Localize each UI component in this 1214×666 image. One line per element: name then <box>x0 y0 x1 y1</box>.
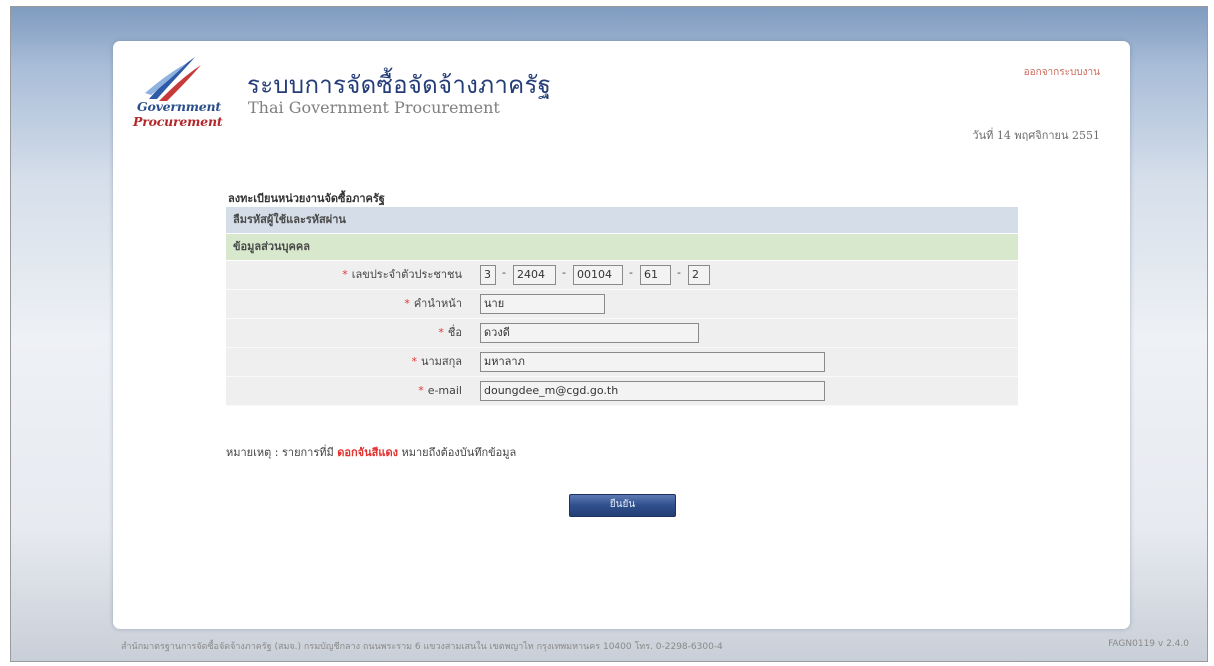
logout-link[interactable]: ออกจากระบบงาน <box>1024 65 1100 80</box>
required-marker: * <box>411 355 417 368</box>
required-marker: * <box>342 268 348 281</box>
last-name-label: * นามสกุล <box>411 355 462 368</box>
email-label: * e-mail <box>418 384 462 397</box>
system-title-english: Thai Government Procurement <box>248 98 500 117</box>
id-separator: - <box>502 266 506 279</box>
prefix-label: * คำนำหน้า <box>404 297 462 310</box>
id-part-2-input[interactable]: 2404 <box>513 265 556 285</box>
required-note: หมายเหตุ : รายการที่มี ดอกจันสีแดง หมายถ… <box>226 446 517 459</box>
last-name-input[interactable]: มหาลาภ <box>480 352 825 372</box>
id-part-1-input[interactable]: 3 <box>480 265 496 285</box>
page-title: ลงทะเบียนหน่วยงานจัดซื้อภาครัฐ <box>228 192 385 205</box>
email-row: * e-mail doungdee_m@cgd.go.th <box>226 377 1018 406</box>
logo-text-procurement: Procurement <box>133 114 223 129</box>
browser-frame: Government Procurement ระบบการจัดซื้อจัด… <box>10 6 1208 662</box>
id-part-5-input[interactable]: 2 <box>688 265 710 285</box>
note-highlight: ดอกจันสีแดง <box>337 446 398 459</box>
footer-address: สำนักมาตรฐานการจัดซื้อจัดจ้างภาครัฐ (สมจ… <box>121 642 723 652</box>
logo-swoosh-icon <box>145 57 201 101</box>
gprocurement-logo: Government Procurement <box>133 55 243 139</box>
first-name-label: * ชื่อ <box>438 326 462 339</box>
first-name-input[interactable]: ดวงดี <box>480 323 699 343</box>
id-part-4-input[interactable]: 61 <box>640 265 671 285</box>
personal-info-header: ข้อมูลส่วนบุคคล <box>226 234 1018 261</box>
id-number-label: * เลขประจำตัวประชาชน <box>342 268 462 281</box>
first-name-row: * ชื่อ ดวงดี <box>226 319 1018 348</box>
required-marker: * <box>418 384 424 397</box>
submit-button[interactable]: ยืนยัน <box>569 494 676 517</box>
current-date: วันที่ 14 พฤศจิกายน 2551 <box>972 129 1100 142</box>
id-separator: - <box>629 266 633 279</box>
required-marker: * <box>404 297 410 310</box>
version-label: FAGN0119 v 2.4.0 <box>1108 639 1189 649</box>
required-marker: * <box>438 326 444 339</box>
forgot-credentials-header: ลืมรหัสผู้ใช้และรหัสผ่าน <box>226 207 1018 234</box>
id-separator: - <box>677 266 681 279</box>
prefix-row: * คำนำหน้า นาย <box>226 290 1018 319</box>
id-part-3-input[interactable]: 00104 <box>573 265 623 285</box>
id-number-row: * เลขประจำตัวประชาชน 3 - 2404 - 00104 - 6… <box>226 261 1018 290</box>
email-input[interactable]: doungdee_m@cgd.go.th <box>480 381 825 401</box>
id-separator: - <box>562 266 566 279</box>
main-panel: Government Procurement ระบบการจัดซื้อจัด… <box>113 41 1130 629</box>
last-name-row: * นามสกุล มหาลาภ <box>226 348 1018 377</box>
prefix-input[interactable]: นาย <box>480 294 605 314</box>
registration-form: ลืมรหัสผู้ใช้และรหัสผ่าน ข้อมูลส่วนบุคคล… <box>226 207 1018 406</box>
logo-text-government: Government <box>137 99 221 114</box>
